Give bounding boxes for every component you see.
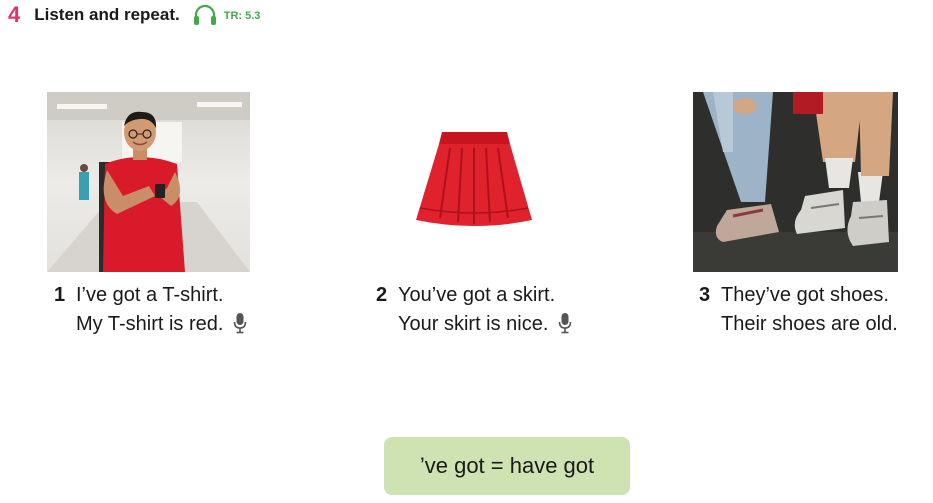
exercise-header: 4 Listen and repeat. TR: 5.3 (8, 2, 260, 28)
caption-line-1: 3 They’ve got shoes. (699, 281, 898, 310)
exercise-instruction: Listen and repeat. (34, 5, 180, 24)
item-caption: 2 You’ve got a skirt. Your skirt is nice. (376, 281, 572, 339)
item-caption: 3 They’ve got shoes. Their shoes are old. (699, 281, 898, 339)
sentence: You’ve got a skirt. (398, 284, 556, 306)
sentence: Their shoes are old. (721, 313, 898, 335)
track-label: TR: 5.3 (223, 10, 261, 22)
caption-line-2: Their shoes are old. (699, 310, 898, 339)
item-number: 1 (54, 284, 66, 306)
photo-red-skirt (402, 118, 547, 238)
caption-line-2: Your skirt is nice. (376, 310, 572, 339)
photo-man-red-tshirt (47, 92, 250, 272)
microphone-icon[interactable] (558, 312, 572, 334)
sentence: Your skirt is nice. (398, 313, 549, 335)
grammar-note: ’ve got = have got (384, 437, 630, 495)
sentence: They’ve got shoes. (721, 284, 889, 306)
headphones-icon[interactable] (192, 3, 218, 27)
photo-old-shoes (693, 92, 898, 272)
item-number: 3 (699, 284, 711, 306)
item-caption: 1 I’ve got a T-shirt. My T-shirt is red. (54, 281, 247, 339)
sentence: I’ve got a T-shirt. (76, 284, 224, 306)
sentence: My T-shirt is red. (76, 313, 224, 335)
microphone-icon[interactable] (233, 312, 247, 334)
exercise-number: 4 (8, 2, 21, 27)
caption-line-1: 1 I’ve got a T-shirt. (54, 281, 247, 310)
caption-line-1: 2 You’ve got a skirt. (376, 281, 572, 310)
item-number: 2 (376, 284, 388, 306)
caption-line-2: My T-shirt is red. (54, 310, 247, 339)
